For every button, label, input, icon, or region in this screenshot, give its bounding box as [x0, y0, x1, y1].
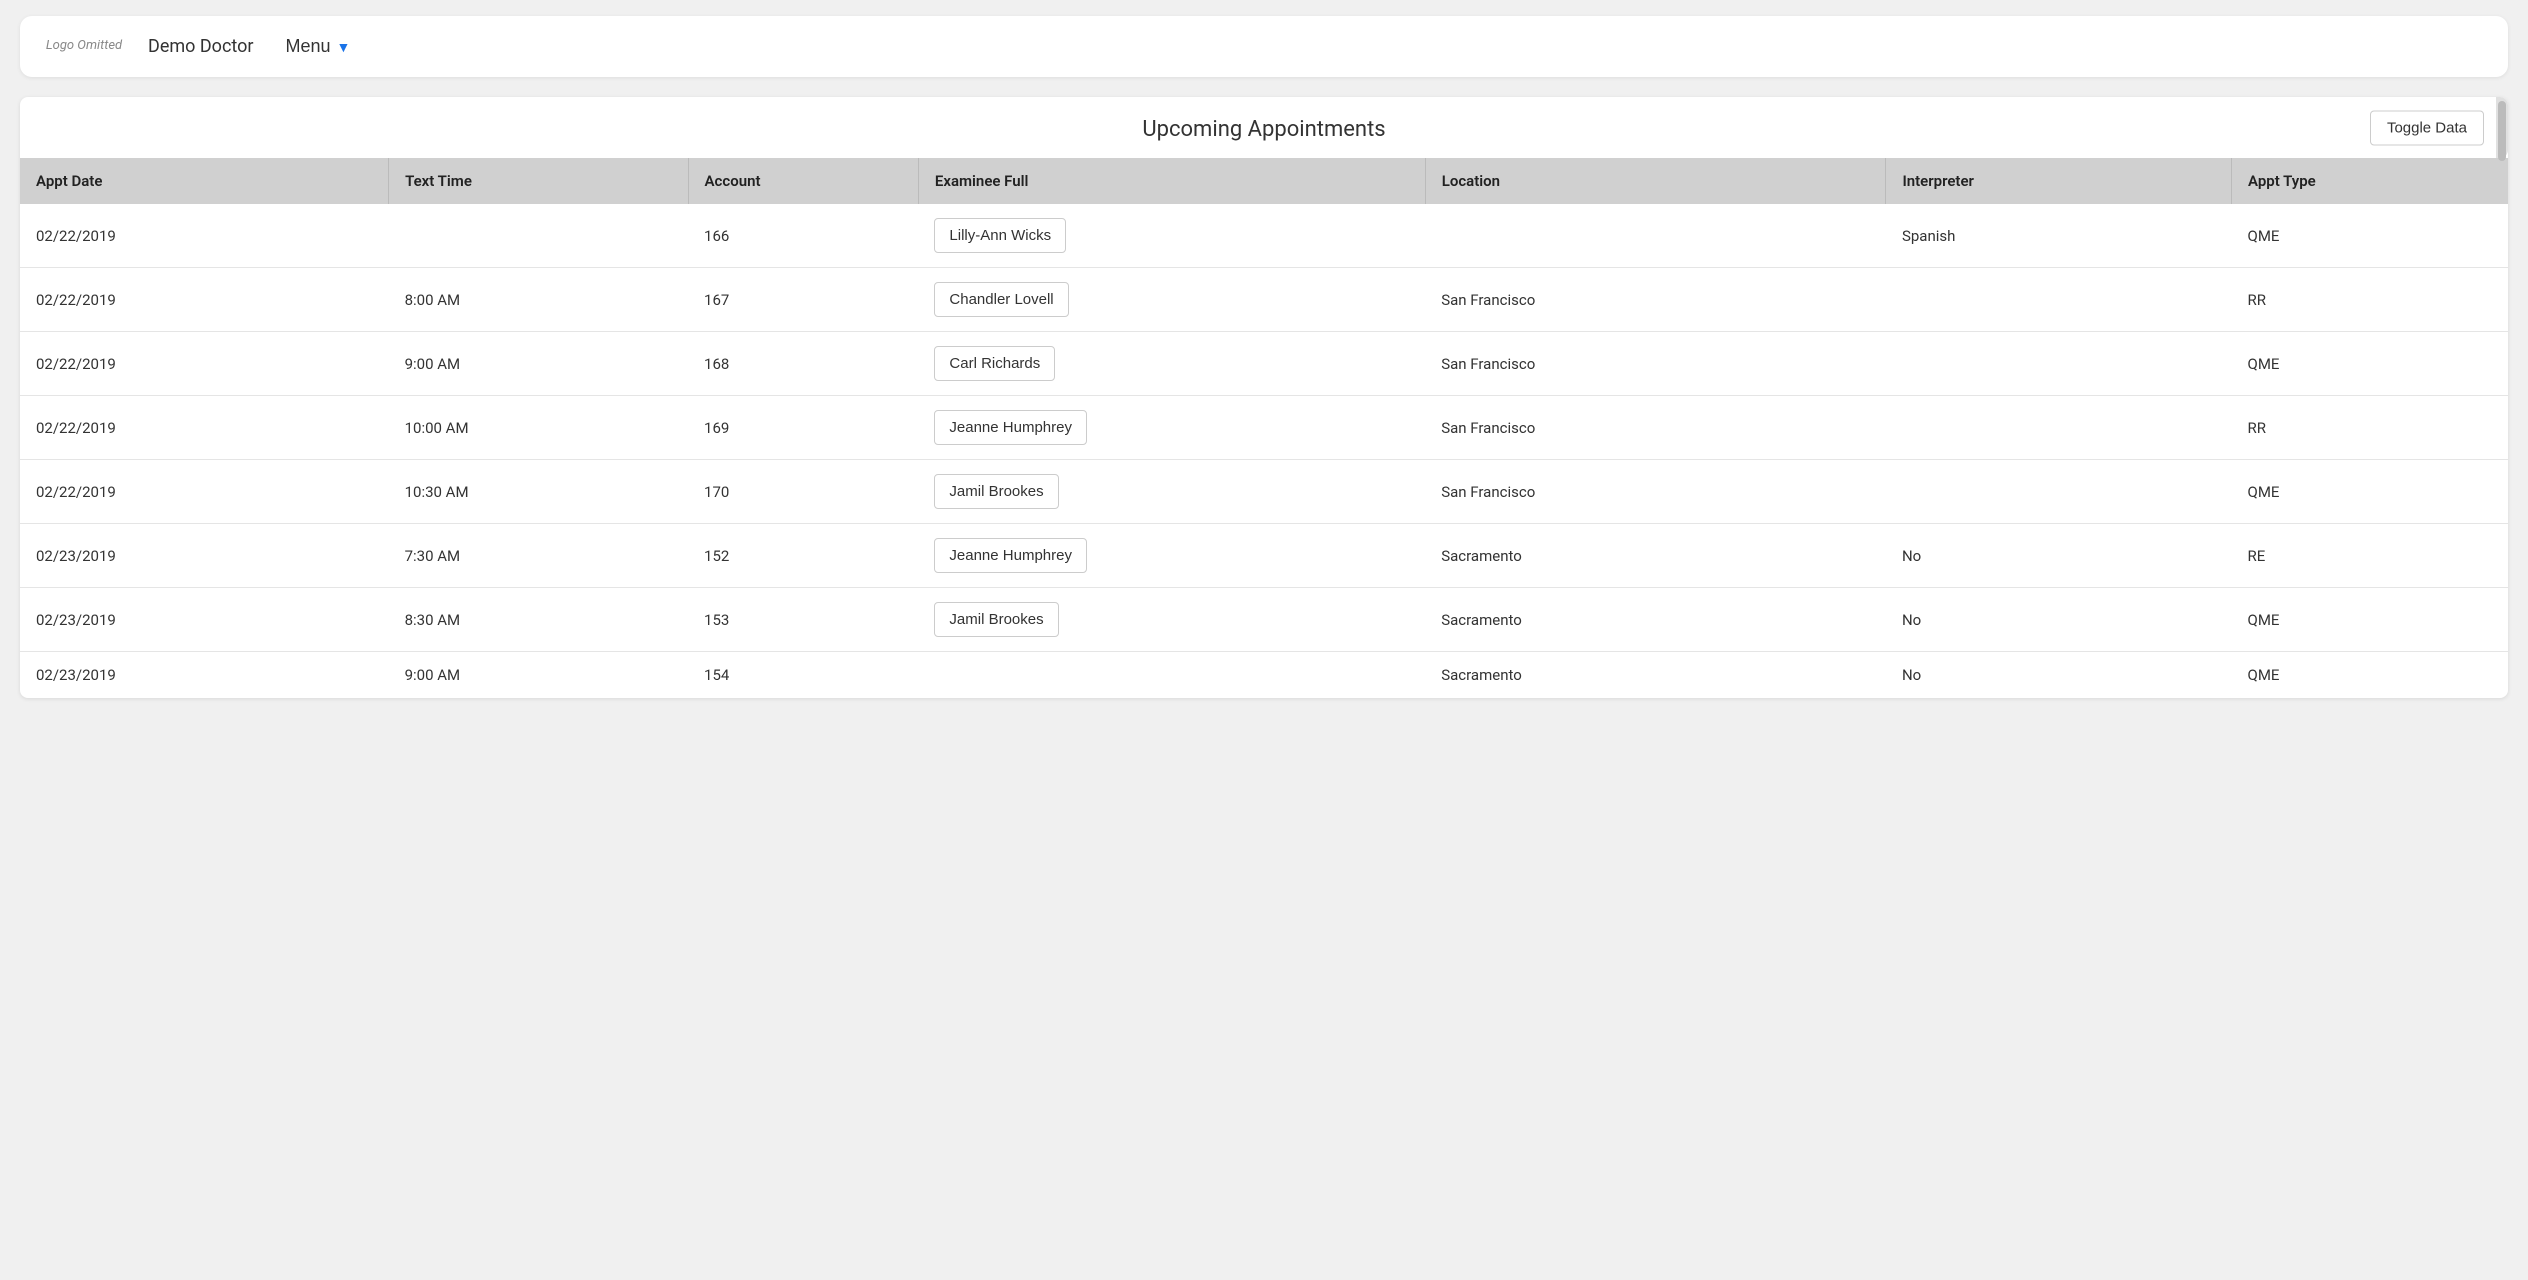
cell-account: 166	[688, 204, 918, 268]
cell-appt-date: 02/23/2019	[20, 588, 389, 652]
cell-examinee-full: Chandler Lovell	[918, 268, 1425, 332]
table-row: 02/22/2019 166 Lilly-Ann Wicks SpanishQME	[20, 204, 2508, 268]
cell-account: 153	[688, 588, 918, 652]
cell-text-time: 8:30 AM	[389, 588, 688, 652]
col-header-account: Account	[688, 158, 918, 204]
cell-text-time: 10:30 AM	[389, 460, 688, 524]
menu-label: Menu	[285, 36, 330, 57]
appointments-card: Upcoming Appointments Toggle Data Appt D…	[20, 97, 2508, 698]
cell-appt-date: 02/22/2019	[20, 268, 389, 332]
cell-location	[1425, 204, 1886, 268]
table-row: 02/23/20199:00 AM154 SacramentoNoQME	[20, 652, 2508, 699]
cell-appt-date: 02/22/2019	[20, 332, 389, 396]
cell-location: San Francisco	[1425, 332, 1886, 396]
cell-text-time	[389, 204, 688, 268]
table-row: 02/22/20199:00 AM168 Carl Richards San Fra…	[20, 332, 2508, 396]
cell-appt-type: QME	[2232, 652, 2509, 699]
cell-text-time: 8:00 AM	[389, 268, 688, 332]
cell-appt-date: 02/23/2019	[20, 652, 389, 699]
logo: Logo Omitted	[44, 38, 124, 55]
examinee-button[interactable]: Jeanne Humphrey	[934, 410, 1087, 445]
cell-interpreter	[1886, 396, 2232, 460]
cell-account: 170	[688, 460, 918, 524]
cell-location: Sacramento	[1425, 588, 1886, 652]
cell-interpreter	[1886, 460, 2232, 524]
cell-interpreter: Spanish	[1886, 204, 2232, 268]
table-row: 02/22/20198:00 AM167 Chandler Lovell San F…	[20, 268, 2508, 332]
cell-appt-type: RR	[2232, 268, 2509, 332]
cell-examinee-full: Lilly-Ann Wicks	[918, 204, 1425, 268]
cell-interpreter	[1886, 268, 2232, 332]
appointments-table: Appt Date Text Time Account Examinee Ful…	[20, 158, 2508, 698]
cell-examinee-full: Jamil Brookes	[918, 460, 1425, 524]
header: Logo Omitted Demo Doctor Menu ▼	[20, 16, 2508, 77]
cell-examinee-full: Jamil Brookes	[918, 588, 1425, 652]
col-header-location: Location	[1425, 158, 1886, 204]
cell-examinee-full: Jeanne Humphrey	[918, 396, 1425, 460]
cell-appt-type: QME	[2232, 588, 2509, 652]
cell-interpreter: No	[1886, 524, 2232, 588]
cell-appt-type: QME	[2232, 332, 2509, 396]
examinee-button[interactable]: Carl Richards	[934, 346, 1055, 381]
cell-interpreter: No	[1886, 588, 2232, 652]
examinee-button[interactable]: Lilly-Ann Wicks	[934, 218, 1066, 253]
cell-examinee-full: Jeanne Humphrey	[918, 524, 1425, 588]
cell-location: Sacramento	[1425, 524, 1886, 588]
examinee-button[interactable]: Chandler Lovell	[934, 282, 1068, 317]
col-header-examinee-full: Examinee Full	[918, 158, 1425, 204]
cell-text-time: 10:00 AM	[389, 396, 688, 460]
cell-text-time: 7:30 AM	[389, 524, 688, 588]
cell-appt-type: RE	[2232, 524, 2509, 588]
cell-text-time: 9:00 AM	[389, 332, 688, 396]
card-title: Upcoming Appointments	[1142, 117, 1385, 142]
card-header: Upcoming Appointments Toggle Data	[20, 97, 2508, 158]
cell-interpreter	[1886, 332, 2232, 396]
scrollbar-thumb	[2498, 101, 2506, 161]
cell-text-time: 9:00 AM	[389, 652, 688, 699]
cell-account: 168	[688, 332, 918, 396]
cell-appt-date: 02/22/2019	[20, 396, 389, 460]
col-header-appt-type: Appt Type	[2232, 158, 2509, 204]
cell-account: 169	[688, 396, 918, 460]
scrollbar[interactable]	[2496, 97, 2508, 158]
cell-appt-type: QME	[2232, 460, 2509, 524]
cell-account: 154	[688, 652, 918, 699]
col-header-appt-date: Appt Date	[20, 158, 389, 204]
cell-appt-type: RR	[2232, 396, 2509, 460]
table-row: 02/22/201910:30 AM170 Jamil Brookes San Fr…	[20, 460, 2508, 524]
cell-location: San Francisco	[1425, 460, 1886, 524]
cell-location: San Francisco	[1425, 268, 1886, 332]
cell-location: San Francisco	[1425, 396, 1886, 460]
doctor-name: Demo Doctor	[148, 36, 253, 57]
cell-examinee-full: Carl Richards	[918, 332, 1425, 396]
table-row: 02/23/20198:30 AM153 Jamil Brookes Sacrame…	[20, 588, 2508, 652]
table-header-row: Appt Date Text Time Account Examinee Ful…	[20, 158, 2508, 204]
chevron-down-icon: ▼	[336, 39, 350, 55]
toggle-data-button[interactable]: Toggle Data	[2370, 110, 2484, 145]
main-content: Upcoming Appointments Toggle Data Appt D…	[20, 97, 2508, 698]
col-header-text-time: Text Time	[389, 158, 688, 204]
examinee-button[interactable]: Jamil Brookes	[934, 474, 1058, 509]
examinee-button[interactable]: Jamil Brookes	[934, 602, 1058, 637]
cell-appt-type: QME	[2232, 204, 2509, 268]
menu-button[interactable]: Menu ▼	[277, 32, 358, 61]
cell-appt-date: 02/22/2019	[20, 204, 389, 268]
cell-account: 167	[688, 268, 918, 332]
cell-account: 152	[688, 524, 918, 588]
cell-interpreter: No	[1886, 652, 2232, 699]
table-row: 02/22/201910:00 AM169 Jeanne Humphrey San …	[20, 396, 2508, 460]
examinee-button[interactable]: Jeanne Humphrey	[934, 538, 1087, 573]
cell-location: Sacramento	[1425, 652, 1886, 699]
cell-appt-date: 02/23/2019	[20, 524, 389, 588]
cell-examinee-full	[918, 652, 1425, 699]
cell-appt-date: 02/22/2019	[20, 460, 389, 524]
col-header-interpreter: Interpreter	[1886, 158, 2232, 204]
table-row: 02/23/20197:30 AM152 Jeanne Humphrey Sacra…	[20, 524, 2508, 588]
